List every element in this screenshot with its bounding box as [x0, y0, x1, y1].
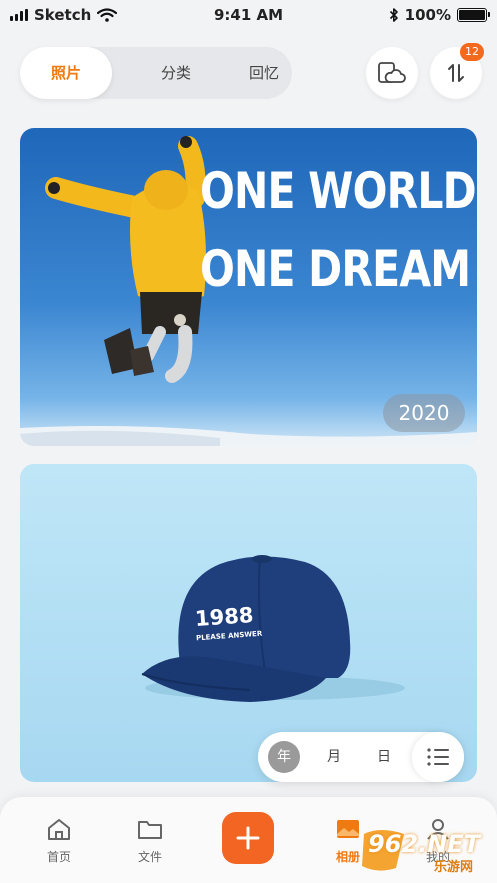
status-bar: Sketch 9:41 AM 100% — [0, 0, 497, 32]
cap-print-1988: 1988 — [194, 602, 255, 632]
album-card-2020[interactable]: ONE WORLD ONE DREAM 2020 — [20, 128, 477, 446]
battery-percent: 100% — [404, 6, 451, 24]
tab-categories[interactable]: 分类 — [132, 47, 220, 99]
slogan-line-1: ONE WORLD — [200, 162, 477, 220]
cloud-device-icon — [378, 62, 406, 83]
plus-icon — [236, 826, 260, 850]
nav-home[interactable]: 首页 — [29, 817, 89, 865]
date-option-year[interactable]: 年 — [268, 741, 300, 773]
status-right: 100% — [389, 6, 490, 24]
date-option-month[interactable]: 月 — [318, 741, 350, 773]
list-icon — [427, 748, 449, 766]
nav-files[interactable]: 文件 — [120, 817, 180, 865]
folder-icon — [138, 821, 162, 839]
home-icon — [48, 819, 70, 840]
sort-arrows-icon — [448, 64, 464, 82]
date-granularity-toggle: 年 月 日 — [258, 732, 464, 782]
cloud-device-button[interactable] — [366, 47, 418, 99]
sort-badge: 12 — [460, 43, 484, 61]
sort-button[interactable]: 12 — [430, 43, 484, 99]
app-screen: Sketch 9:41 AM 100% 照片 分类 回忆 12 ONE WORL… — [0, 0, 497, 883]
year-badge: 2020 — [383, 394, 465, 432]
photo-tabs: 照片 分类 回忆 — [20, 47, 292, 99]
nav-files-label: 文件 — [137, 850, 162, 864]
album-icon — [337, 820, 359, 838]
battery-icon — [457, 8, 490, 22]
nav-home-label: 首页 — [46, 850, 71, 864]
add-button[interactable] — [222, 812, 274, 864]
slogan-line-2: ONE DREAM — [200, 240, 471, 298]
bluetooth-icon — [389, 8, 398, 22]
tab-photos[interactable]: 照片 — [20, 47, 112, 99]
tab-memories[interactable]: 回忆 — [216, 47, 312, 99]
date-option-day[interactable]: 日 — [368, 741, 400, 773]
watermark-subtext: 乐游网 — [434, 860, 474, 875]
list-view-button[interactable] — [412, 732, 464, 782]
watermark-text: 962.NET — [368, 830, 481, 858]
site-watermark: 962.NET 乐游网 — [360, 828, 492, 875]
